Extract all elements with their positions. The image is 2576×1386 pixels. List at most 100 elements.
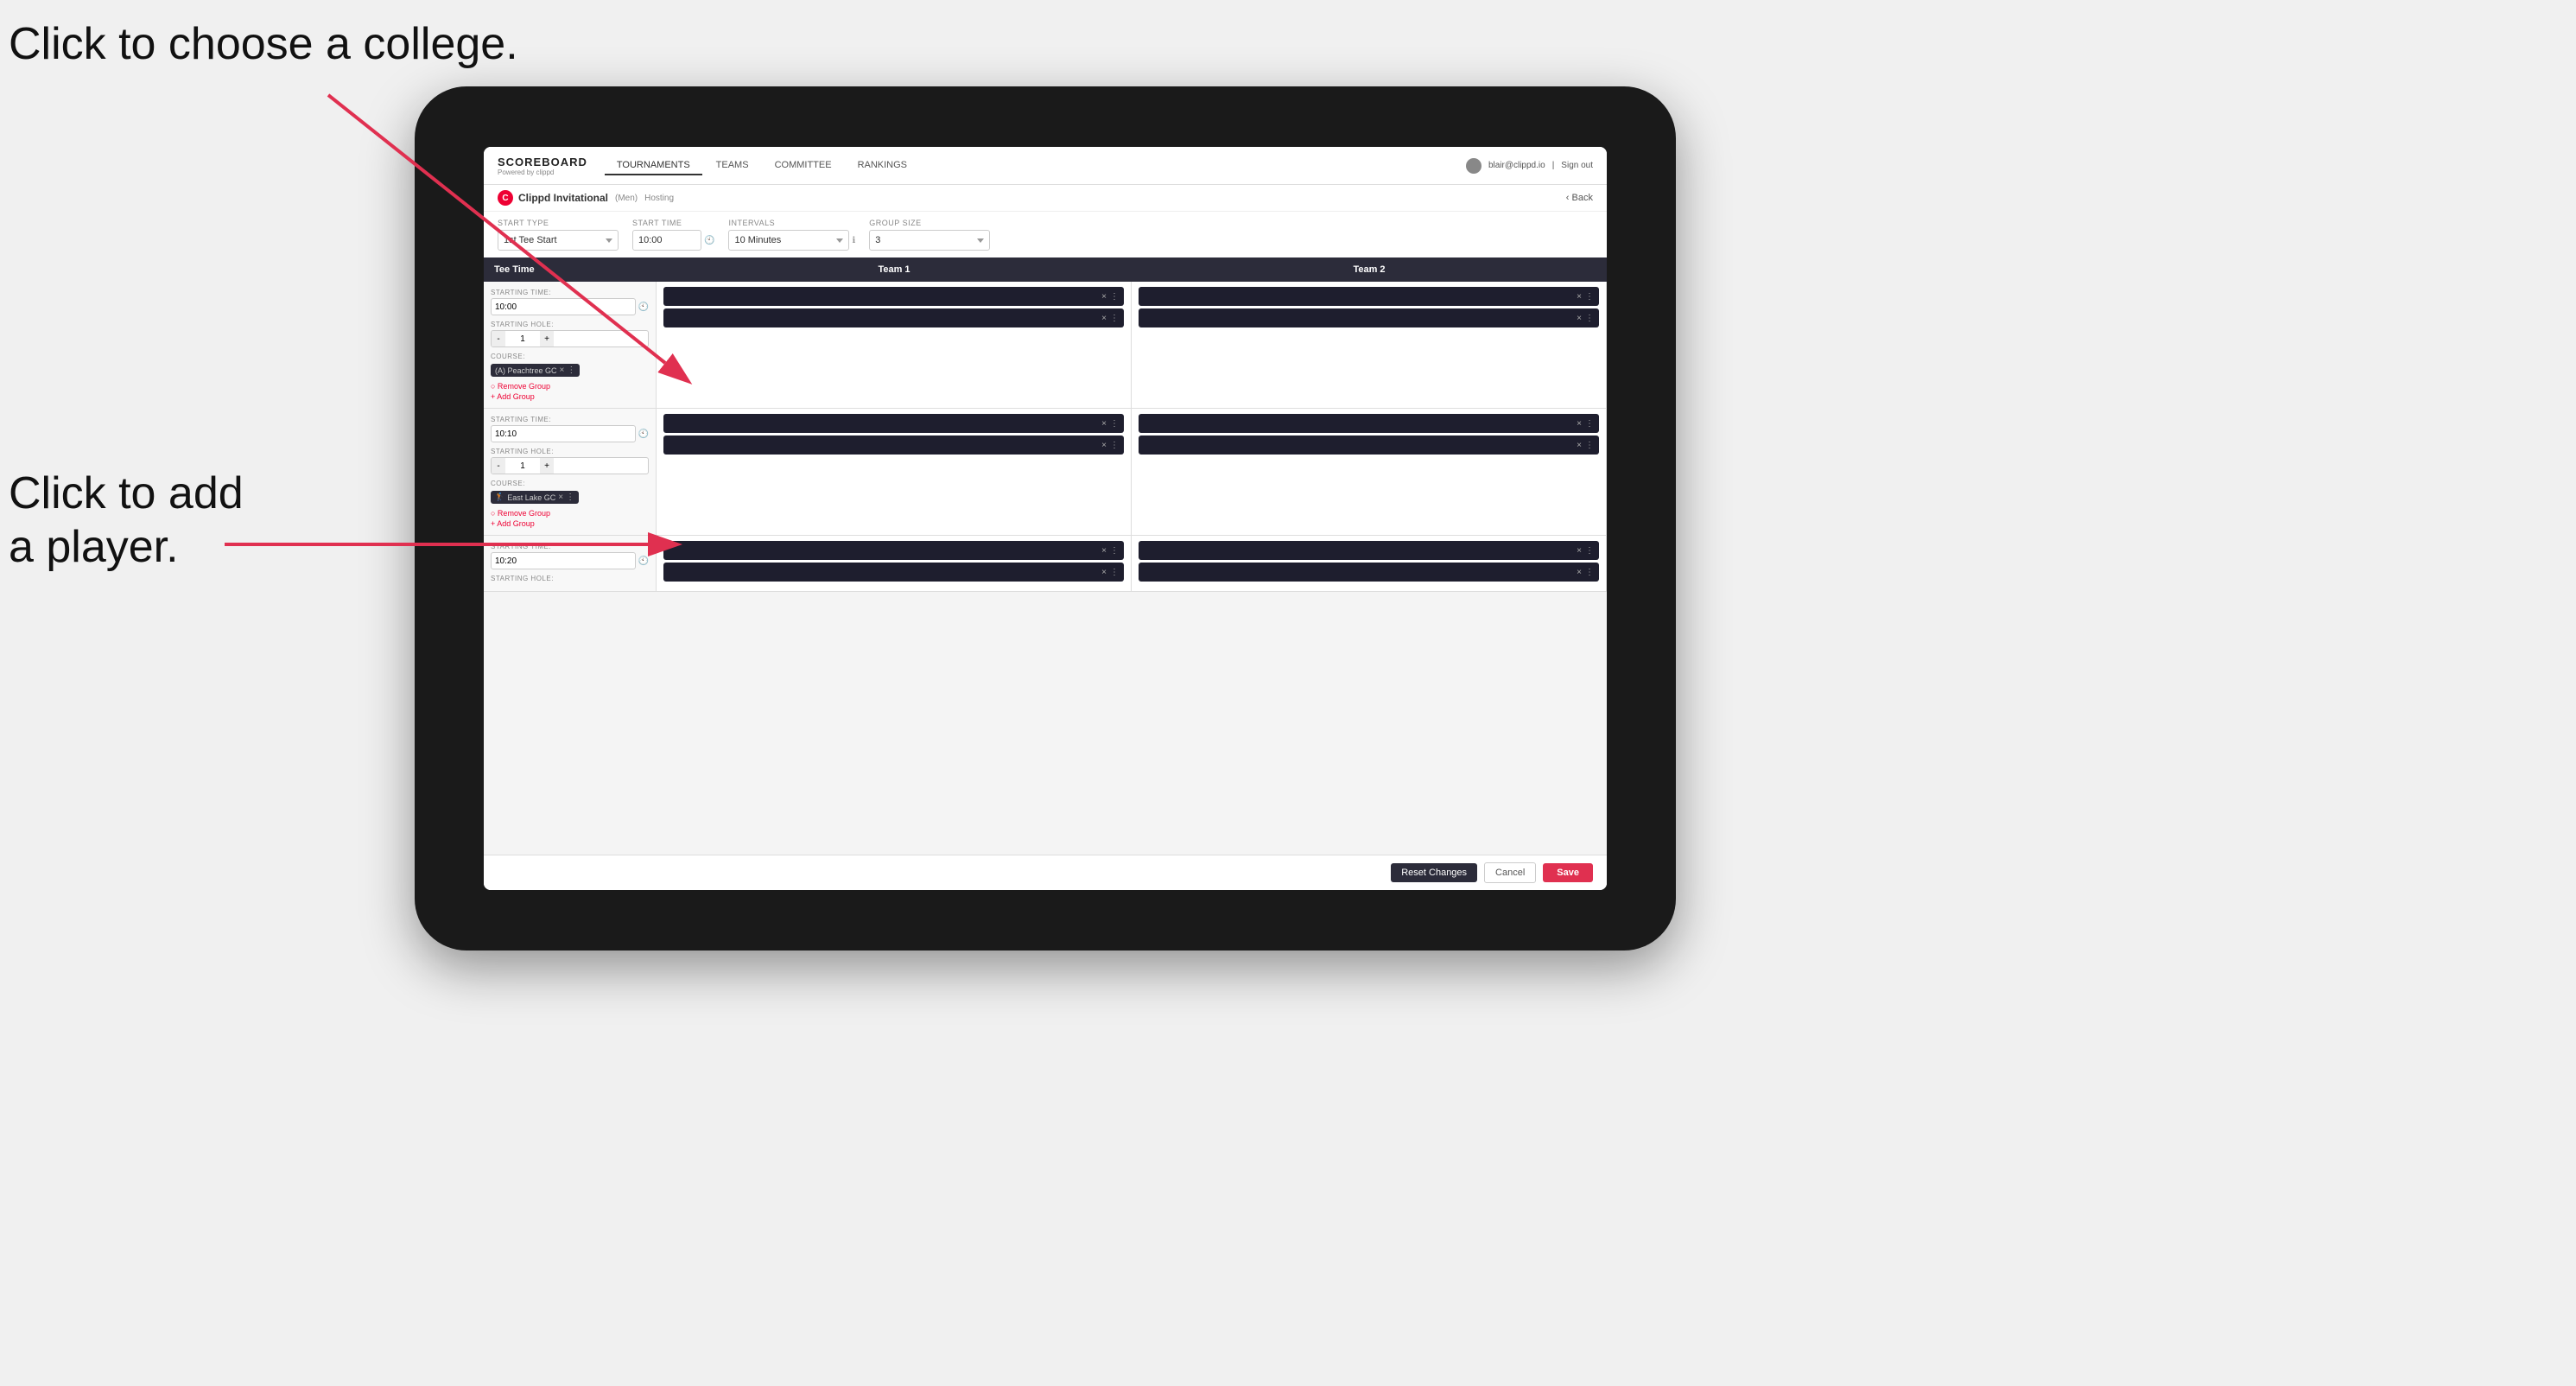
- course-edit-2[interactable]: ⋮: [566, 493, 574, 502]
- starting-time-label-1: STARTING TIME:: [491, 289, 649, 296]
- app-header: SCOREBOARD Powered by clippd TOURNAMENTS…: [484, 147, 1607, 185]
- hole-decrement-1[interactable]: -: [492, 330, 505, 347]
- starting-time-input-wrap-2: 🕙: [491, 425, 649, 442]
- sign-out-link[interactable]: Sign out: [1561, 161, 1593, 170]
- scoreboard-logo: SCOREBOARD Powered by clippd: [498, 156, 587, 176]
- tab-rankings[interactable]: RANKINGS: [846, 156, 919, 175]
- table-row: STARTING TIME: 🕙 STARTING HOLE: - + COUR…: [484, 282, 1607, 409]
- starting-hole-label-2: STARTING HOLE:: [491, 448, 649, 455]
- course-edit-1[interactable]: ⋮: [567, 366, 575, 375]
- group-1-team2: × ⋮ × ⋮: [1132, 282, 1607, 408]
- player-edit-btn[interactable]: ⋮: [1110, 292, 1119, 302]
- starting-time-label-2: STARTING TIME:: [491, 416, 649, 423]
- player-remove-btn[interactable]: ×: [1577, 292, 1582, 302]
- th-team2: Team 2: [1132, 257, 1607, 282]
- hosting-badge: Hosting: [644, 194, 674, 203]
- player-row: × ⋮: [1139, 287, 1599, 306]
- group-size-select[interactable]: 3: [869, 230, 990, 251]
- starting-time-label-3: STARTING TIME:: [491, 543, 649, 550]
- player-edit-btn[interactable]: ⋮: [1110, 314, 1119, 323]
- annotation-text-2: Click to adda player.: [9, 468, 244, 572]
- player-remove-btn[interactable]: ×: [1577, 568, 1582, 577]
- logo-subtitle: Powered by clippd: [498, 168, 587, 176]
- player-row: × ⋮: [663, 436, 1124, 455]
- back-button[interactable]: ‹ Back: [1566, 193, 1593, 203]
- hole-stepper-2: - +: [491, 457, 649, 474]
- tournament-name: Clippd Invitational: [518, 192, 608, 204]
- save-button[interactable]: Save: [1543, 863, 1593, 882]
- player-edit-btn[interactable]: ⋮: [1585, 292, 1594, 302]
- player-edit-btn[interactable]: ⋮: [1110, 441, 1119, 450]
- start-time-input-wrap: 🕙: [632, 230, 714, 251]
- start-type-group: Start Type 1st Tee Start: [498, 219, 619, 251]
- start-type-select[interactable]: 1st Tee Start: [498, 230, 619, 251]
- table-row: STARTING TIME: 🕙 STARTING HOLE: × ⋮: [484, 536, 1607, 592]
- player-remove-btn[interactable]: ×: [1577, 441, 1582, 450]
- starting-hole-label-1: STARTING HOLE:: [491, 321, 649, 328]
- player-edit-btn[interactable]: ⋮: [1110, 568, 1119, 577]
- player-remove-btn[interactable]: ×: [1101, 568, 1107, 577]
- th-team1: Team 1: [657, 257, 1132, 282]
- player-row: × ⋮: [1139, 308, 1599, 327]
- separator: |: [1552, 161, 1555, 170]
- player-remove-btn[interactable]: ×: [1577, 419, 1582, 429]
- player-edit-btn[interactable]: ⋮: [1585, 314, 1594, 323]
- player-edit-btn[interactable]: ⋮: [1110, 419, 1119, 429]
- player-edit-btn[interactable]: ⋮: [1585, 419, 1594, 429]
- tab-committee[interactable]: COMMITTEE: [763, 156, 844, 175]
- group-1-team1: × ⋮ × ⋮: [657, 282, 1132, 408]
- group-2-team1: × ⋮ × ⋮: [657, 409, 1132, 535]
- start-time-group: Start Time 🕙: [632, 219, 714, 251]
- starting-time-input-2[interactable]: [491, 425, 636, 442]
- group-3-team2: × ⋮ × ⋮: [1132, 536, 1607, 591]
- player-edit-btn[interactable]: ⋮: [1585, 546, 1594, 556]
- tab-teams[interactable]: TEAMS: [704, 156, 761, 175]
- player-remove-btn[interactable]: ×: [1101, 292, 1107, 302]
- player-remove-btn[interactable]: ×: [1577, 314, 1582, 323]
- player-remove-btn[interactable]: ×: [1101, 419, 1107, 429]
- intervals-input-wrap: 10 Minutes ℹ: [728, 230, 855, 251]
- sub-header: C Clippd Invitational (Men) Hosting ‹ Ba…: [484, 185, 1607, 212]
- course-tag-1[interactable]: (A) Peachtree GC × ⋮: [491, 364, 580, 377]
- hole-input-2[interactable]: [505, 461, 540, 471]
- course-tag-2[interactable]: 🏌 East Lake GC × ⋮: [491, 491, 579, 504]
- tab-tournaments[interactable]: TOURNAMENTS: [605, 156, 702, 175]
- group-3-left: STARTING TIME: 🕙 STARTING HOLE:: [484, 536, 657, 591]
- hole-stepper-1: - +: [491, 330, 649, 347]
- hole-decrement-2[interactable]: -: [492, 457, 505, 474]
- player-row: × ⋮: [663, 287, 1124, 306]
- remove-group-2[interactable]: ○ Remove Group: [491, 509, 649, 518]
- course-remove-2[interactable]: ×: [558, 493, 563, 502]
- add-group-1[interactable]: + Add Group: [491, 392, 649, 401]
- group-size-label: Group Size: [869, 219, 990, 227]
- start-time-label: Start Time: [632, 219, 714, 227]
- hole-increment-2[interactable]: +: [540, 457, 554, 474]
- starting-time-input-1[interactable]: [491, 298, 636, 315]
- table-row: STARTING TIME: 🕙 STARTING HOLE: - + COUR…: [484, 409, 1607, 536]
- player-edit-btn[interactable]: ⋮: [1585, 568, 1594, 577]
- clock-icon-3: 🕙: [638, 556, 649, 566]
- course-remove-1[interactable]: ×: [560, 366, 565, 375]
- intervals-group: Intervals 10 Minutes ℹ: [728, 219, 855, 251]
- player-row: × ⋮: [1139, 414, 1599, 433]
- annotation-text-1: Click to choose a college.: [9, 19, 518, 69]
- reset-changes-button[interactable]: Reset Changes: [1391, 863, 1477, 882]
- intervals-select[interactable]: 10 Minutes: [728, 230, 849, 251]
- main-content: Tee Time Team 1 Team 2 STARTING TIME: 🕙 …: [484, 257, 1607, 890]
- start-time-input[interactable]: [632, 230, 701, 251]
- player-edit-btn[interactable]: ⋮: [1585, 441, 1594, 450]
- action-links-1: ○ Remove Group + Add Group: [491, 382, 649, 401]
- hole-increment-1[interactable]: +: [540, 330, 554, 347]
- nav-tabs: TOURNAMENTS TEAMS COMMITTEE RANKINGS: [605, 156, 1466, 175]
- group-2-team2: × ⋮ × ⋮: [1132, 409, 1607, 535]
- hole-input-1[interactable]: [505, 334, 540, 344]
- cancel-button[interactable]: Cancel: [1484, 862, 1536, 883]
- remove-group-1[interactable]: ○ Remove Group: [491, 382, 649, 391]
- player-remove-btn[interactable]: ×: [1101, 441, 1107, 450]
- starting-time-input-3[interactable]: [491, 552, 636, 569]
- player-remove-btn[interactable]: ×: [1101, 314, 1107, 323]
- player-remove-btn[interactable]: ×: [1577, 546, 1582, 556]
- add-group-2[interactable]: + Add Group: [491, 519, 649, 528]
- player-edit-btn[interactable]: ⋮: [1110, 546, 1119, 556]
- player-remove-btn[interactable]: ×: [1101, 546, 1107, 556]
